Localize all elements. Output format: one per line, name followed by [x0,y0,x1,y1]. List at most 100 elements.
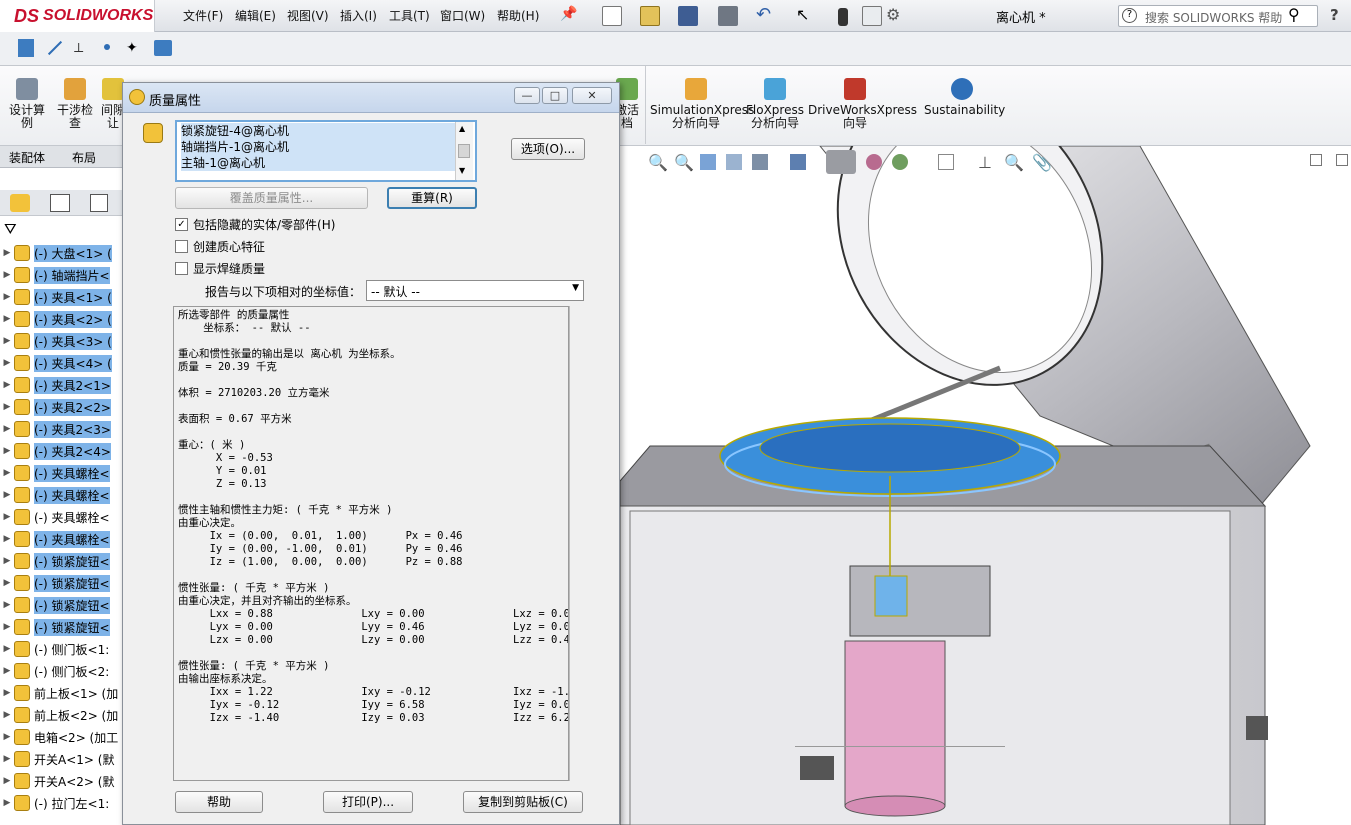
expand-arrow-icon[interactable]: ▶ [0,534,14,544]
tree-item[interactable]: ▶ (-) 侧门板<1: [0,638,130,660]
tree-item[interactable]: ▶ (-) 夹具<2> ( [0,308,130,330]
expand-arrow-icon[interactable]: ▶ [0,732,14,742]
property-manager-tab-icon[interactable] [50,194,70,212]
tree-item[interactable]: ▶ (-) 夹具<4> ( [0,352,130,374]
tree-item[interactable]: ▶ (-) 夹具2<2> [0,396,130,418]
checkbox-box[interactable]: ✓ [175,218,188,231]
simulationxpress-button[interactable]: SimulationXpress 分析向导 [650,78,754,130]
expand-arrow-icon[interactable]: ▶ [0,270,14,280]
expand-arrow-icon[interactable]: ▶ [0,754,14,764]
expand-arrow-icon[interactable]: ▶ [0,336,14,346]
axis-icon[interactable]: ⟂ [74,40,83,56]
tree-item[interactable]: ▶ (-) 侧门板<2: [0,660,130,682]
tree-item[interactable]: ▶ (-) 拉门左<1: [0,792,130,814]
expand-arrow-icon[interactable]: ▶ [0,776,14,786]
axis-triad-icon[interactable]: ⊥ [978,153,992,172]
interference-check-button[interactable]: 干涉检 查 [54,78,96,130]
expand-arrow-icon[interactable]: ▶ [0,468,14,478]
expand-arrow-icon[interactable]: ▶ [0,644,14,654]
list-item[interactable]: 主轴-1@离心机 [181,155,471,171]
zoom-to-area-icon[interactable]: 🔍 [674,153,694,172]
expand-arrow-icon[interactable]: ▶ [0,578,14,588]
tree-item[interactable]: ▶ (-) 夹具<1> ( [0,286,130,308]
undo-icon[interactable]: ↶ [756,6,776,26]
tree-item[interactable]: ▶ (-) 夹具螺栓< [0,462,130,484]
select-pointer-icon[interactable]: ↖ [796,6,816,26]
apply-scene-icon[interactable] [892,154,908,170]
view-orientation-icon[interactable] [752,154,768,170]
expand-arrow-icon[interactable]: ▶ [0,358,14,368]
expand-arrow-icon[interactable]: ▶ [0,402,14,412]
checkbox-box[interactable] [175,262,188,275]
save-icon[interactable] [678,6,698,26]
print-button[interactable]: 打印(P)... [323,791,413,813]
help-button[interactable]: 帮助 [175,791,263,813]
gear-icon[interactable]: ⚙ [886,6,906,26]
tree-item[interactable]: ▶ 电箱<2> (加工 [0,726,130,748]
tree-item[interactable]: ▶ (-) 轴端挡片< [0,264,130,286]
solidworks-logo[interactable]: DS SOLIDWORKS [0,0,155,32]
edit-appearance-icon[interactable] [866,154,882,170]
pin-icon[interactable]: 📌 [560,6,577,22]
line-icon[interactable] [47,40,63,56]
list-scrollbar[interactable]: ▲ ▼ [455,122,473,180]
collapse-right-icon[interactable] [1336,154,1348,166]
expand-arrow-icon[interactable]: ▶ [0,622,14,632]
feature-tree-tab-icon[interactable] [10,194,30,212]
expand-arrow-icon[interactable]: ▶ [0,490,14,500]
collapse-left-icon[interactable] [1310,154,1322,166]
tree-item[interactable]: ▶ (-) 大盘<1> ( [0,242,130,264]
menu-window[interactable]: 窗口(W) [440,7,485,24]
paperclip-icon[interactable]: 📎 [1032,153,1052,172]
coordinate-system-select[interactable]: -- 默认 -- ▼ [366,280,584,301]
design-study-button[interactable]: 设计算 例 [6,78,48,130]
help-question-icon[interactable]: ? [1330,6,1339,24]
driveworksxpress-button[interactable]: DriveWorksXpress 向导 [808,78,917,130]
tree-item[interactable]: ▶ (-) 夹具2<4> [0,440,130,462]
file-properties-icon[interactable] [862,6,882,26]
list-item[interactable]: 锁紧旋钮-4@离心机 [181,123,471,139]
coordinate-system-icon[interactable]: ✦ [126,40,138,56]
tree-item[interactable]: ▶ (-) 锁紧旋钮< [0,550,130,572]
expand-arrow-icon[interactable]: ▶ [0,314,14,324]
tree-item[interactable]: ▶ (-) 夹具螺栓< [0,528,130,550]
expand-arrow-icon[interactable]: ▶ [0,446,14,456]
expand-arrow-icon[interactable]: ▶ [0,688,14,698]
menu-help[interactable]: 帮助(H) [497,7,539,24]
expand-arrow-icon[interactable]: ▶ [0,292,14,302]
copy-to-clipboard-button[interactable]: 复制到剪贴板(C) [463,791,583,813]
rebuild-traffic-light-icon[interactable] [838,8,848,26]
menu-tools[interactable]: 工具(T) [389,7,430,24]
view-settings-icon[interactable] [938,154,954,170]
measure-icon[interactable]: 🔍 [1004,153,1024,172]
tab-assembly[interactable]: 装配体 [9,149,45,166]
maximize-button[interactable]: □ [542,87,568,104]
floxpress-button[interactable]: FloXpress 分析向导 [746,78,804,130]
section-view-icon[interactable] [726,154,742,170]
tree-item[interactable]: ▶ 开关A<1> (默 [0,748,130,770]
previous-view-icon[interactable] [700,154,716,170]
tree-item[interactable]: ▶ (-) 锁紧旋钮< [0,616,130,638]
include-hidden-checkbox[interactable]: ✓ 包括隐藏的实体/零部件(H) [175,216,335,233]
zoom-to-fit-icon[interactable]: 🔍 [648,153,668,172]
display-style-icon[interactable] [790,154,806,170]
list-item[interactable]: 轴端挡片-1@离心机 [181,139,471,155]
tree-item[interactable]: ▶ 开关A<2> (默 [0,770,130,792]
create-center-of-mass-checkbox[interactable]: 创建质心特征 [175,238,265,255]
menu-view[interactable]: 视图(V) [287,7,329,24]
selected-components-list[interactable]: 锁紧旋钮-4@离心机 轴端挡片-1@离心机 主轴-1@离心机 [175,120,477,182]
checkbox-box[interactable] [175,240,188,253]
tree-item[interactable]: ▶ (-) 锁紧旋钮< [0,572,130,594]
menu-edit[interactable]: 编辑(E) [235,7,276,24]
menu-insert[interactable]: 插入(I) [340,7,377,24]
sketch-plane-icon[interactable] [18,39,34,57]
point-icon[interactable] [104,44,110,50]
tree-item[interactable]: ▶ 前上板<2> (加 [0,704,130,726]
expand-arrow-icon[interactable]: ▶ [0,600,14,610]
new-document-icon[interactable] [602,6,622,26]
tree-item[interactable]: ▶ (-) 夹具<3> ( [0,330,130,352]
menu-file[interactable]: 文件(F) [183,7,223,24]
show-weld-mass-checkbox[interactable]: 显示焊缝质量 [175,260,265,277]
print-icon[interactable] [718,6,738,26]
expand-arrow-icon[interactable]: ▶ [0,710,14,720]
